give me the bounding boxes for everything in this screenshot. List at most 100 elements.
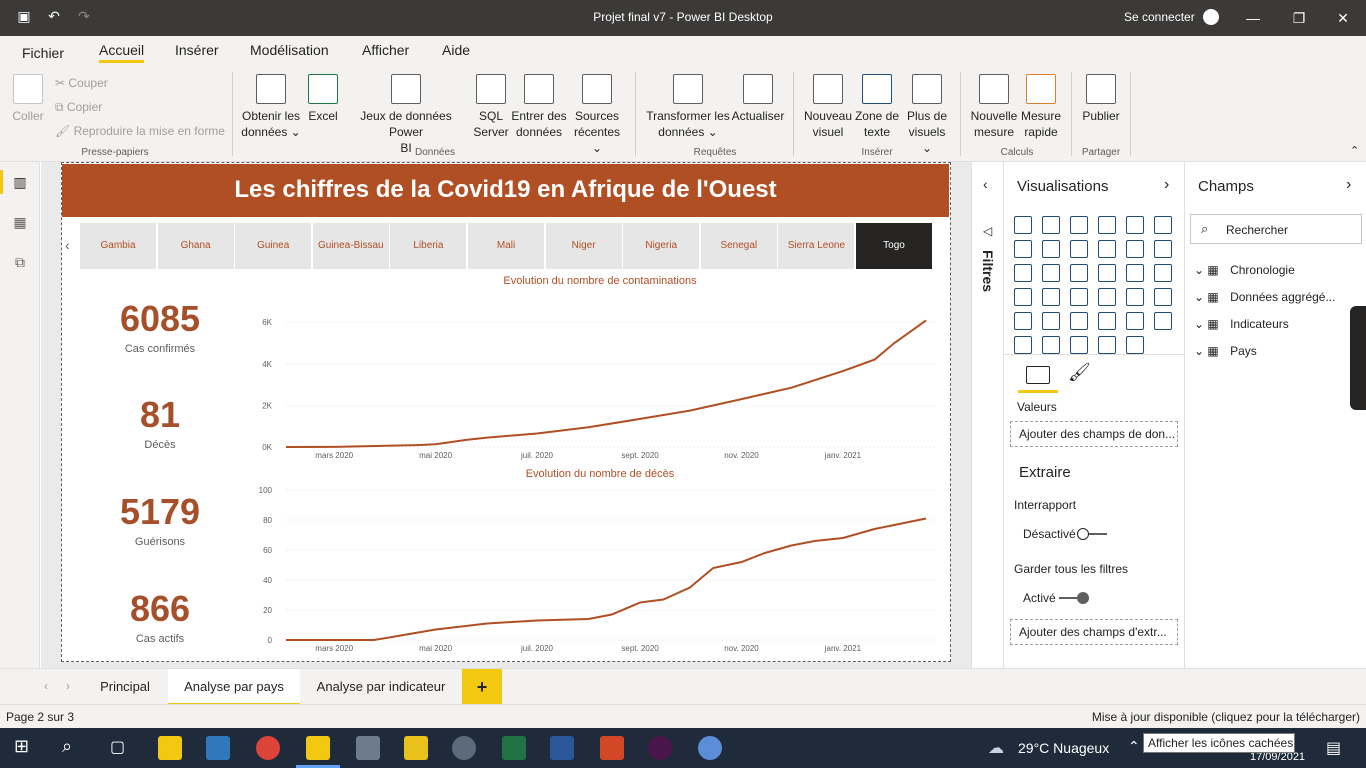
- smart-narrative-icon[interactable]: [1070, 336, 1088, 354]
- weather-text[interactable]: 29°C Nuageux: [1018, 740, 1109, 756]
- minimize-button[interactable]: —: [1230, 0, 1276, 36]
- country-chip[interactable]: Mali: [468, 223, 544, 269]
- country-chip[interactable]: Sierra Leone: [778, 223, 855, 269]
- add-page-button[interactable]: +: [462, 669, 502, 705]
- collapse-ribbon-icon[interactable]: ⌃: [1350, 144, 1359, 157]
- table-icon[interactable]: [1042, 312, 1060, 330]
- field-table-row[interactable]: ⌄ ▦ Indicateurs: [1194, 317, 1289, 331]
- quick-measure-button[interactable]: Mesure rapide: [1018, 74, 1064, 140]
- country-chip[interactable]: Liberia: [390, 223, 467, 269]
- country-chip[interactable]: Togo: [856, 223, 932, 269]
- cut-button[interactable]: ✂ Couper: [55, 76, 108, 90]
- report-view-icon[interactable]: ▥: [8, 170, 32, 194]
- r-visual-icon[interactable]: [1098, 312, 1116, 330]
- paginated-icon[interactable]: [1098, 336, 1116, 354]
- menu-accueil[interactable]: Accueil: [99, 42, 145, 63]
- refresh-button[interactable]: Actualiser: [730, 74, 786, 124]
- menu-modelisation[interactable]: Modélisation: [250, 42, 329, 58]
- format-painter-button[interactable]: 🖌 Reproduire la mise en forme: [55, 124, 225, 138]
- task-view-icon[interactable]: ▢: [110, 737, 125, 757]
- word-icon[interactable]: [550, 736, 574, 760]
- new-measure-button[interactable]: Nouvelle mesure: [968, 74, 1020, 140]
- tab-analyse-indicateur[interactable]: Analyse par indicateur: [302, 669, 460, 705]
- excel-button[interactable]: Excel: [307, 74, 339, 124]
- chevron-down-icon[interactable]: ⌄: [1194, 290, 1207, 304]
- r-icon[interactable]: [698, 736, 722, 760]
- text-box-button[interactable]: Zone de texte: [853, 74, 901, 140]
- chevron-up-icon[interactable]: ⌃: [1128, 738, 1140, 755]
- transform-data-button[interactable]: Transformer les données ⌄: [643, 74, 733, 140]
- new-visual-button[interactable]: Nouveau visuel: [802, 74, 854, 140]
- add-fields-well[interactable]: Ajouter des champs de don...: [1010, 421, 1178, 447]
- clustered-column-icon[interactable]: [1098, 216, 1116, 234]
- more-visuals-button[interactable]: Plus de visuels ⌄: [902, 74, 952, 156]
- copy-button[interactable]: ⧉ Copier: [55, 100, 102, 115]
- series-line[interactable]: [285, 319, 927, 448]
- field-table-row[interactable]: ⌄ ▦ Chronologie: [1194, 263, 1295, 277]
- waterfall-icon[interactable]: [1014, 264, 1032, 282]
- fields-search[interactable]: ⌕ Rechercher: [1190, 214, 1362, 244]
- series-line[interactable]: [286, 517, 927, 641]
- clustered-bar-icon[interactable]: [1070, 216, 1088, 234]
- matrix-icon[interactable]: [1070, 312, 1088, 330]
- 100-column-icon[interactable]: [1154, 216, 1172, 234]
- recent-sources-button[interactable]: Sources récentes ⌄: [568, 74, 626, 156]
- tab-prev-icon[interactable]: ‹: [44, 679, 48, 693]
- sql-server-button[interactable]: SQL Server: [472, 74, 510, 140]
- collapse-viz-icon[interactable]: ›: [1164, 176, 1169, 194]
- maximize-button[interactable]: ❐: [1276, 0, 1322, 36]
- kpi-icon[interactable]: [1154, 288, 1172, 306]
- fields-tab-icon[interactable]: [1026, 366, 1050, 384]
- country-chip[interactable]: Guinea: [235, 223, 312, 269]
- menu-fichier[interactable]: Fichier: [22, 45, 64, 61]
- powerbi-icon[interactable]: [306, 736, 330, 760]
- more-icon[interactable]: [1126, 336, 1144, 354]
- scatter-icon[interactable]: [1070, 264, 1088, 282]
- 100-bar-icon[interactable]: [1126, 216, 1144, 234]
- line-icon[interactable]: [1014, 240, 1032, 258]
- chevron-down-icon[interactable]: ⌄: [1194, 344, 1207, 358]
- chevron-down-icon[interactable]: ⌄: [1194, 317, 1207, 331]
- gauge-icon[interactable]: [1070, 288, 1088, 306]
- chrome-icon[interactable]: [256, 736, 280, 760]
- keep-filters-toggle[interactable]: [1059, 592, 1089, 604]
- stacked-bar-icon[interactable]: [1014, 216, 1032, 234]
- menu-aide[interactable]: Aide: [442, 42, 470, 58]
- signin-link[interactable]: Se connecter: [1124, 10, 1195, 24]
- country-chip[interactable]: Nigeria: [623, 223, 700, 269]
- tab-analyse-pays[interactable]: Analyse par pays: [168, 669, 300, 705]
- country-chip[interactable]: Senegal: [700, 223, 777, 269]
- pbi-datasets-button[interactable]: Jeux de données Power BI: [342, 74, 470, 156]
- line-column-2-icon[interactable]: [1126, 240, 1144, 258]
- ribbon-icon[interactable]: [1154, 240, 1172, 258]
- data-view-icon[interactable]: ▦: [8, 210, 32, 234]
- tab-next-icon[interactable]: ›: [66, 679, 70, 693]
- triangle-app-icon[interactable]: [404, 736, 428, 760]
- windows-start-icon[interactable]: ⊞: [14, 736, 29, 757]
- treemap-icon[interactable]: [1154, 264, 1172, 282]
- get-data-button[interactable]: Obtenir les données ⌄: [240, 74, 302, 140]
- funnel-icon[interactable]: [1042, 264, 1060, 282]
- tab-principal[interactable]: Principal: [84, 669, 166, 705]
- slack-icon[interactable]: [648, 736, 672, 760]
- field-table-row[interactable]: ⌄ ▦ Données aggrégé...: [1194, 290, 1335, 304]
- notification-icon[interactable]: ▤: [1326, 738, 1341, 758]
- country-chip[interactable]: Gambia: [80, 223, 156, 269]
- paste-button[interactable]: Coller: [10, 74, 46, 124]
- country-chip[interactable]: Ghana: [157, 223, 234, 269]
- screenrec-badge[interactable]: [1350, 306, 1366, 410]
- avatar[interactable]: [1203, 9, 1219, 25]
- map-icon[interactable]: [1014, 288, 1032, 306]
- country-chip[interactable]: Guinea-Bissau: [312, 223, 389, 269]
- decomp-tree-icon[interactable]: [1014, 336, 1032, 354]
- search-icon[interactable]: ⌕: [62, 736, 72, 757]
- model-view-icon[interactable]: ⧉: [8, 250, 32, 274]
- publish-button[interactable]: Publier: [1078, 74, 1124, 124]
- filled-map-icon[interactable]: [1042, 288, 1060, 306]
- cross-report-toggle[interactable]: [1077, 528, 1107, 540]
- line-column-icon[interactable]: [1098, 240, 1116, 258]
- add-drillthrough-well[interactable]: Ajouter des champs d'extr...: [1010, 619, 1178, 645]
- powerpoint-icon[interactable]: [600, 736, 624, 760]
- qa-icon[interactable]: [1042, 336, 1060, 354]
- donut-icon[interactable]: [1126, 264, 1144, 282]
